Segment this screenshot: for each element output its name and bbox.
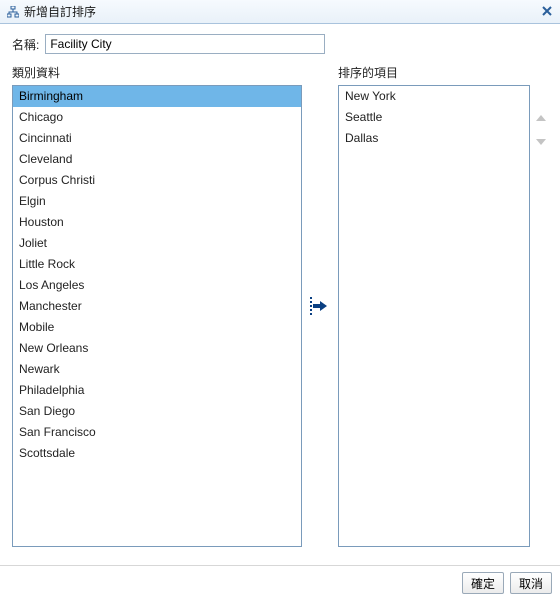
list-item[interactable]: Cincinnati — [13, 128, 301, 149]
move-up-button[interactable] — [533, 111, 549, 127]
list-item[interactable]: Houston — [13, 212, 301, 233]
left-header: 類別資料 — [12, 64, 302, 81]
drag-grip-icon — [310, 297, 312, 315]
list-item[interactable]: Chicago — [13, 107, 301, 128]
list-item[interactable]: Seattle — [339, 107, 529, 128]
cancel-button[interactable]: 取消 — [510, 572, 552, 594]
name-input[interactable] — [45, 34, 325, 54]
list-item[interactable]: San Francisco — [13, 422, 301, 443]
close-icon — [542, 6, 552, 16]
list-item[interactable]: Dallas — [339, 128, 529, 149]
arrow-down-icon — [535, 135, 547, 147]
list-item[interactable]: New Orleans — [13, 338, 301, 359]
dialog-footer: 確定 取消 — [0, 565, 560, 600]
list-item[interactable]: Los Angeles — [13, 275, 301, 296]
titlebar: 新增自訂排序 — [0, 0, 560, 24]
list-item[interactable]: Scottsdale — [13, 443, 301, 464]
dialog-title: 新增自訂排序 — [24, 3, 96, 20]
category-listbox[interactable]: BirminghamChicagoCincinnatiClevelandCorp… — [12, 85, 302, 547]
arrow-right-icon — [313, 300, 327, 312]
reorder-controls — [532, 111, 550, 149]
sorted-listbox[interactable]: New YorkSeattleDallas — [338, 85, 530, 547]
list-item[interactable]: Newark — [13, 359, 301, 380]
list-item[interactable]: Manchester — [13, 296, 301, 317]
list-item[interactable]: Birmingham — [13, 86, 301, 107]
list-item[interactable]: Joliet — [13, 233, 301, 254]
move-down-button[interactable] — [533, 133, 549, 149]
list-item[interactable]: Philadelphia — [13, 380, 301, 401]
list-item[interactable]: New York — [339, 86, 529, 107]
name-row: 名稱: — [12, 34, 548, 54]
list-item[interactable]: Corpus Christi — [13, 170, 301, 191]
name-label: 名稱: — [12, 36, 39, 53]
hierarchy-icon — [6, 5, 20, 19]
close-button[interactable] — [538, 2, 556, 20]
list-item[interactable]: San Diego — [13, 401, 301, 422]
list-item[interactable]: Elgin — [13, 191, 301, 212]
dialog-content: 名稱: 類別資料 BirminghamChicagoCincinnatiClev… — [0, 24, 560, 553]
ok-button[interactable]: 確定 — [462, 572, 504, 594]
list-item[interactable]: Mobile — [13, 317, 301, 338]
arrow-up-icon — [535, 113, 547, 125]
list-item[interactable]: Cleveland — [13, 149, 301, 170]
list-item[interactable]: Little Rock — [13, 254, 301, 275]
right-header: 排序的項目 — [338, 64, 548, 81]
